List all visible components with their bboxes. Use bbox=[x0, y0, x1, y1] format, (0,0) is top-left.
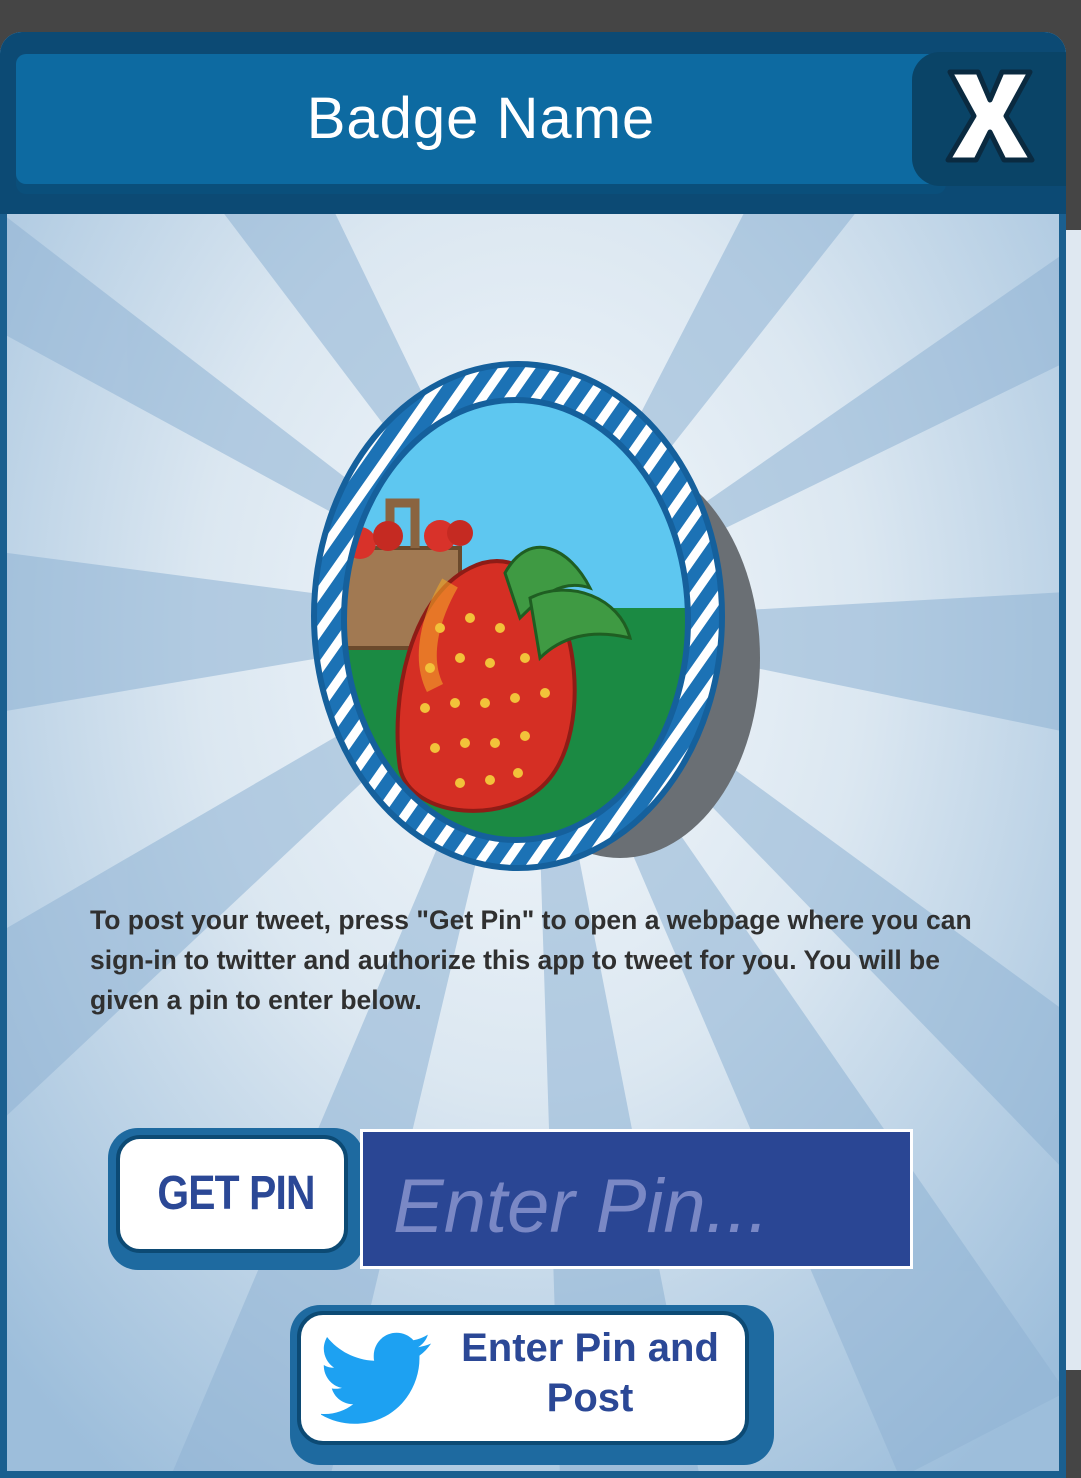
get-pin-button[interactable]: GET PIN bbox=[108, 1128, 364, 1270]
pin-input[interactable] bbox=[360, 1129, 913, 1269]
enter-pin-and-post-button[interactable]: Enter Pin and Post bbox=[290, 1305, 774, 1465]
instructions-text: To post your tweet, press "Get Pin" to o… bbox=[90, 905, 972, 1015]
close-x-icon bbox=[945, 69, 1035, 163]
strawberry-badge-image bbox=[311, 361, 760, 871]
post-button-label: Enter Pin and Post bbox=[437, 1323, 743, 1423]
close-button[interactable] bbox=[912, 52, 1066, 186]
twitter-bird-icon bbox=[321, 1332, 432, 1424]
screen: Badge Name To post your tweet, press "Ge… bbox=[0, 0, 1081, 1478]
post-button-face: Enter Pin and Post bbox=[297, 1311, 749, 1445]
post-label-line1: Enter Pin and bbox=[461, 1326, 719, 1370]
dialog-title: Badge Name bbox=[306, 86, 656, 151]
get-pin-label: GET PIN bbox=[157, 1167, 315, 1220]
get-pin-button-face: GET PIN bbox=[116, 1135, 348, 1253]
post-label-line2: Post bbox=[546, 1376, 634, 1420]
